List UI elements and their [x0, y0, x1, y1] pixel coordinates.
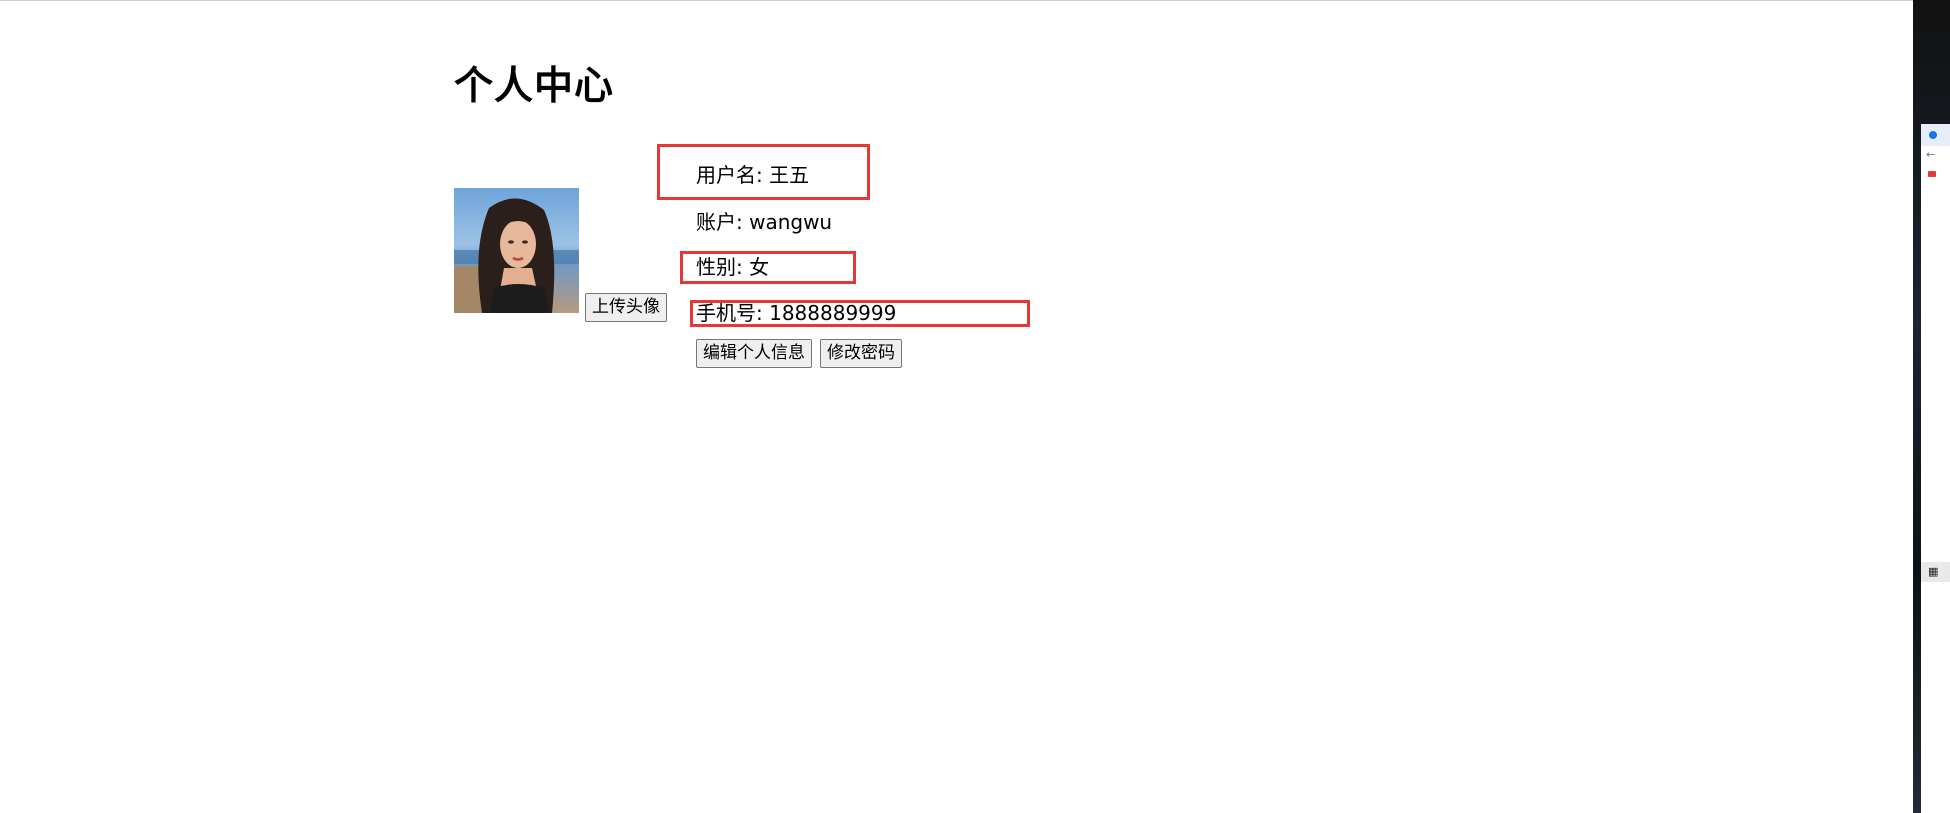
username-highlight-box — [657, 144, 870, 200]
edit-profile-button[interactable]: 编辑个人信息 — [696, 339, 812, 368]
top-divider — [0, 0, 1950, 1]
adjacent-window-bottom — [1921, 764, 1950, 813]
account-text: 账户: wangwu — [696, 210, 833, 234]
windows-icon[interactable]: ▦ — [1928, 566, 1938, 578]
upload-avatar-button[interactable]: 上传头像 — [585, 293, 667, 322]
avatar-image — [454, 188, 579, 313]
phone-highlight-box — [690, 300, 1030, 327]
browser-tab-icon — [1929, 131, 1937, 139]
page-title: 个人中心 — [454, 64, 615, 109]
back-arrow-icon[interactable]: ← — [1926, 149, 1935, 161]
youtube-icon — [1928, 171, 1936, 177]
gender-highlight-box — [680, 251, 856, 284]
personal-center-page: 个人中心 上传头像 用户名: 王五 账户: wangwu 性别: 女 手机号: … — [0, 0, 1950, 813]
adjacent-window-panel — [1921, 124, 1950, 764]
change-password-button[interactable]: 修改密码 — [820, 339, 902, 368]
